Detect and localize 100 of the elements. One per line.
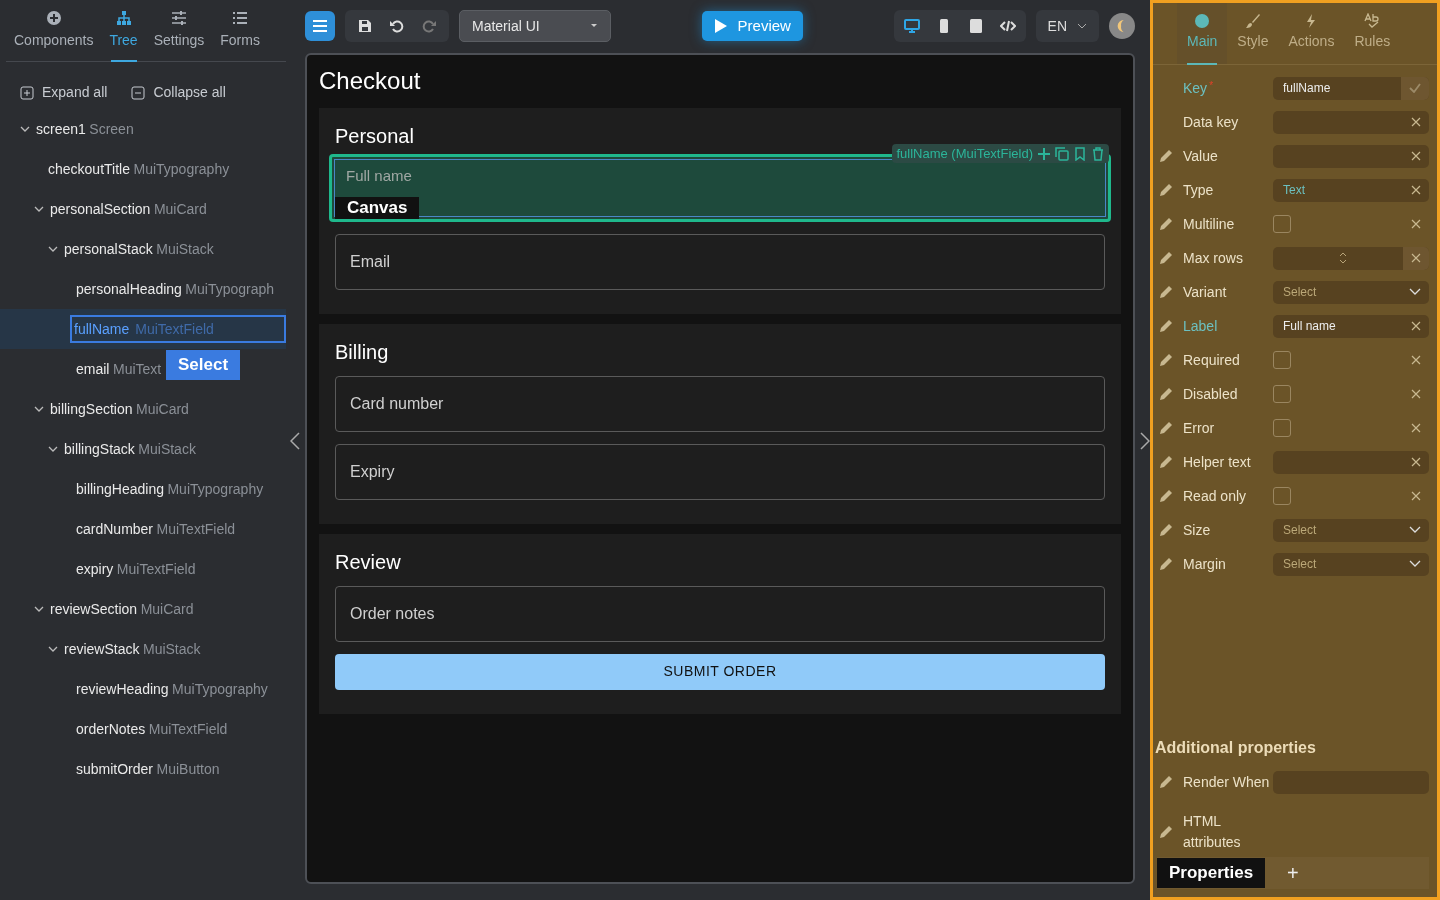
- field-label: Render When: [1183, 772, 1271, 792]
- tree-item[interactable]: fullName MuiTextField: [70, 315, 286, 343]
- language-select[interactable]: EN: [1035, 10, 1099, 42]
- pencil-icon: [1159, 489, 1173, 503]
- expand-all-button[interactable]: Expand all: [20, 82, 108, 103]
- panel-tab[interactable]: Components: [6, 0, 102, 61]
- panel-tab[interactable]: Settings: [145, 0, 213, 61]
- redo-icon: [421, 18, 437, 34]
- tree-item[interactable]: personalHeading MuiTypograph: [76, 278, 275, 300]
- close-icon: [1411, 355, 1421, 365]
- pencil-icon: [1159, 775, 1173, 789]
- input-field[interactable]: Full name: [1273, 314, 1429, 338]
- select-field[interactable]: Select: [1273, 280, 1429, 304]
- select-field[interactable]: Select: [1273, 552, 1429, 576]
- field-label: HTML attributes: [1183, 812, 1242, 852]
- submit-button[interactable]: SUBMIT ORDER: [335, 653, 1105, 690]
- code-icon: [999, 18, 1016, 34]
- pencil-icon: [1159, 183, 1173, 197]
- pencil-icon: [1159, 387, 1173, 401]
- field-label: Type: [1183, 180, 1215, 200]
- tree-item[interactable]: personalSection MuiCard: [50, 198, 207, 220]
- input-field[interactable]: Text: [1273, 178, 1429, 202]
- expand-panel-icon: [1140, 432, 1150, 450]
- field-label: Max rows: [1183, 248, 1244, 268]
- checkbox[interactable]: [1273, 419, 1291, 437]
- close-icon: [1411, 117, 1421, 127]
- plus-circle-icon: [45, 10, 62, 26]
- tree-item[interactable]: reviewHeading MuiTypography: [76, 678, 268, 700]
- pencil-icon: [1159, 285, 1173, 299]
- pencil-icon: [1159, 825, 1173, 839]
- input-field[interactable]: [1273, 144, 1429, 168]
- tree-item[interactable]: billingSection MuiCard: [50, 398, 189, 420]
- menu-button[interactable]: [305, 11, 335, 41]
- field-label: Variant: [1183, 282, 1228, 302]
- save-icon: [357, 18, 373, 34]
- close-icon: [1411, 423, 1421, 433]
- trash-icon: [1091, 146, 1105, 161]
- sliders-icon: [170, 10, 187, 26]
- checkbox[interactable]: [1273, 215, 1291, 233]
- checkbox[interactable]: [1273, 487, 1291, 505]
- monitor-icon: [903, 18, 920, 34]
- tree-item[interactable]: billingHeading MuiTypography: [76, 478, 264, 500]
- input-field[interactable]: [1273, 450, 1429, 474]
- field-label: Multiline: [1183, 214, 1236, 234]
- close-icon: [1411, 491, 1421, 501]
- pencil-icon: [1159, 217, 1173, 231]
- section-heading: Additional properties: [1154, 737, 1317, 757]
- checkbox[interactable]: [1273, 351, 1291, 369]
- theme-toggle[interactable]: [1109, 13, 1135, 39]
- close-icon: [1411, 185, 1421, 195]
- confirm-button[interactable]: [1401, 76, 1429, 100]
- tree-item[interactable]: checkoutTitle MuiTypography: [48, 158, 230, 180]
- pencil-icon: [1159, 149, 1173, 163]
- section-heading: Billing: [335, 339, 390, 364]
- form-input[interactable]: Order notes: [335, 585, 1105, 642]
- close-icon: [1411, 389, 1421, 399]
- form-input[interactable]: Card number: [335, 375, 1105, 432]
- field-label: Label: [1183, 316, 1219, 336]
- pencil-icon: [1159, 557, 1173, 571]
- pencil-icon: [1159, 353, 1173, 367]
- library-select[interactable]: Material UI: [459, 10, 611, 42]
- tree-item[interactable]: submitOrder MuiButton: [76, 758, 220, 780]
- tree-item[interactable]: screen1 Screen: [36, 118, 134, 140]
- field-label: Error: [1183, 418, 1216, 438]
- tree-item[interactable]: email MuiText: [76, 358, 162, 380]
- pencil-icon: [1159, 455, 1173, 469]
- form-input[interactable]: Expiry: [335, 443, 1105, 500]
- dot-icon: [1194, 13, 1211, 29]
- brush-icon: [1244, 13, 1261, 29]
- copy-icon: [1055, 146, 1069, 161]
- field-label: Value: [1183, 146, 1219, 166]
- tablet-icon: [967, 18, 984, 34]
- checkbox[interactable]: [1273, 385, 1291, 403]
- input-field[interactable]: fullName: [1273, 76, 1429, 100]
- input-field[interactable]: [1273, 110, 1429, 134]
- field-label: Key*: [1183, 78, 1215, 98]
- add-button[interactable]: +: [1265, 858, 1321, 888]
- form-input[interactable]: Email: [335, 233, 1105, 290]
- select-field[interactable]: Select: [1273, 518, 1429, 542]
- caret-icon: [590, 23, 598, 29]
- tree-item[interactable]: reviewSection MuiCard: [50, 598, 194, 620]
- close-icon: [1411, 151, 1421, 161]
- tree-item[interactable]: billingStack MuiStack: [64, 438, 196, 460]
- field-label: Size: [1183, 520, 1212, 540]
- undo-icon: [389, 18, 405, 34]
- panel-tab[interactable]: Tree: [101, 0, 146, 61]
- tree-item[interactable]: expiry MuiTextField: [76, 558, 196, 580]
- pencil-icon: [1159, 421, 1173, 435]
- hierarchy-icon: [115, 10, 132, 26]
- panel-tab[interactable]: Forms: [212, 0, 268, 61]
- play-icon: [713, 18, 728, 34]
- collapse-all-button[interactable]: Collapse all: [131, 82, 226, 103]
- input-field[interactable]: [1273, 246, 1429, 270]
- tree-item[interactable]: cardNumber MuiTextField: [76, 518, 236, 540]
- tree-item[interactable]: personalStack MuiStack: [64, 238, 214, 260]
- tree-item[interactable]: orderNotes MuiTextField: [76, 718, 228, 740]
- clear-button[interactable]: [1403, 246, 1429, 270]
- field-label: Data key: [1183, 112, 1240, 132]
- tree-item[interactable]: reviewStack MuiStack: [64, 638, 201, 660]
- square-minus-icon: [131, 85, 146, 100]
